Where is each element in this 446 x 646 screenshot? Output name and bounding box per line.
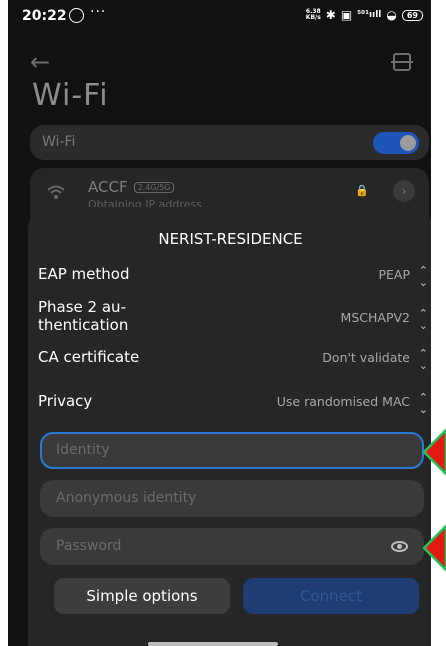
identity-input[interactable]: Identity (40, 432, 424, 469)
status-icons: 6.38 KB/s ✱ ▣ ⁵⁰¹ııll ◒ 69 (306, 8, 423, 22)
dialog-title: NERIST-RESIDENCE (158, 230, 303, 248)
wifi-status-icon: ◒ (386, 8, 397, 22)
sim-icon: ▣ (340, 8, 353, 22)
back-arrow-icon[interactable]: ← (30, 48, 50, 76)
password-placeholder: Password (56, 538, 122, 554)
wifi-settings-background: ← Wi-Fi Wi-Fi ACCF 2.4G/5G Obtaining IP a… (8, 38, 431, 228)
phase2-auth-row[interactable]: Phase 2 au- thentication MSCHAPV2 ⌃ ⌄ (38, 298, 428, 336)
network-name: ACCF 2.4G/5G (88, 178, 175, 196)
identity-placeholder: Identity (56, 442, 110, 458)
wifi-signal-icon (47, 185, 65, 199)
password-input[interactable]: Password (40, 528, 424, 565)
wifi-toggle-label: Wi-Fi (42, 134, 76, 150)
lock-icon: 🔒 (355, 184, 369, 197)
network-detail-button[interactable]: › (393, 180, 415, 202)
home-indicator[interactable] (148, 642, 278, 646)
status-time: 20:22 (22, 8, 67, 24)
more-notifications-icon: ··· (90, 4, 107, 20)
simple-options-button[interactable]: Simple options (54, 578, 230, 614)
dropdown-chevron-icon: ⌃ ⌄ (418, 347, 428, 372)
ca-certificate-value: Don't validate (322, 350, 410, 365)
show-password-eye-icon[interactable] (391, 541, 408, 552)
annotation-arrow-icon (422, 524, 446, 572)
battery-icon: 69 (401, 9, 423, 21)
privacy-value: Use randomised MAC (276, 394, 410, 409)
eap-method-value: PEAP (378, 267, 410, 282)
dropdown-chevron-icon: ⌃ ⌄ (418, 307, 428, 332)
whatsapp-icon (69, 8, 84, 23)
wifi-toggle-row[interactable]: Wi-Fi (30, 125, 429, 160)
privacy-label: Privacy (38, 392, 93, 410)
ca-certificate-label: CA certificate (38, 348, 140, 366)
network-config-dialog: NERIST-RESIDENCE EAP method PEAP ⌃ ⌄ Phas… (28, 207, 431, 646)
band-badge: 2.4G/5G (133, 182, 175, 193)
wifi-toggle-switch[interactable] (373, 132, 419, 154)
signal-icon: ⁵⁰¹ııll (357, 10, 382, 20)
annotation-arrow-icon (422, 428, 446, 476)
status-bar: 20:22 ··· 6.38 KB/s ✱ ▣ ⁵⁰¹ııll ◒ 69 (8, 0, 431, 38)
anonymous-identity-placeholder: Anonymous identity (56, 490, 197, 506)
toggle-knob (400, 135, 416, 151)
page-title: Wi-Fi (32, 78, 109, 113)
phone-screen: 20:22 ··· 6.38 KB/s ✱ ▣ ⁵⁰¹ııll ◒ 69 ← W… (8, 0, 431, 646)
connect-button[interactable]: Connect (243, 578, 419, 614)
dropdown-chevron-icon: ⌃ ⌄ (418, 391, 428, 416)
eap-method-row[interactable]: EAP method PEAP ⌃ ⌄ (38, 265, 428, 289)
dropdown-chevron-icon: ⌃ ⌄ (418, 264, 428, 289)
phase2-auth-value: MSCHAPV2 (340, 310, 410, 325)
phase2-auth-label: Phase 2 au- thentication (38, 298, 129, 334)
network-speed: 6.38 KB/s (305, 8, 321, 21)
bluetooth-icon: ✱ (325, 8, 336, 22)
privacy-row[interactable]: Privacy Use randomised MAC ⌃ ⌄ (38, 392, 428, 416)
qr-scan-icon[interactable] (391, 53, 413, 71)
ca-certificate-row[interactable]: CA certificate Don't validate ⌃ ⌄ (38, 348, 428, 372)
eap-method-label: EAP method (38, 265, 130, 283)
anonymous-identity-input[interactable]: Anonymous identity (40, 480, 424, 517)
